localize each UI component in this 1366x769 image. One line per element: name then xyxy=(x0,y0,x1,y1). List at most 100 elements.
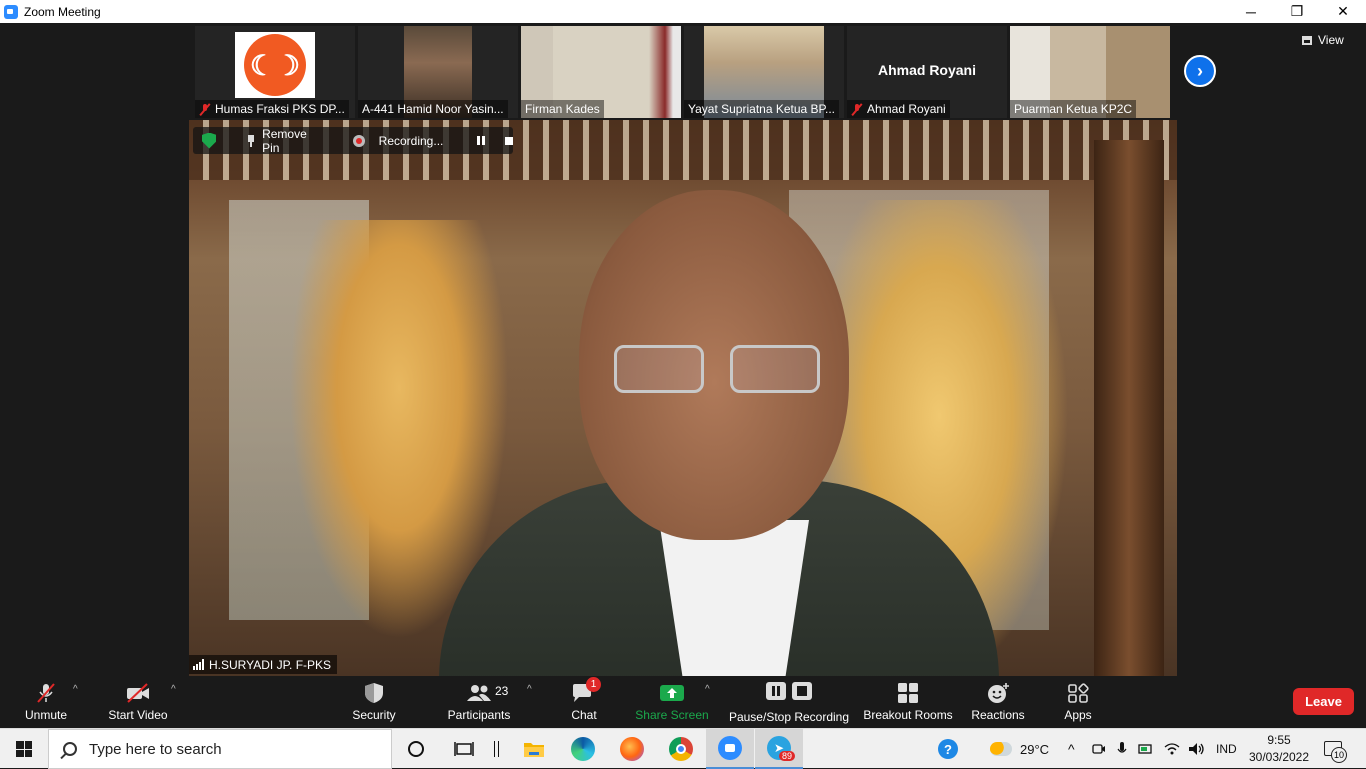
firefox-icon xyxy=(620,737,644,761)
edge-icon xyxy=(571,737,595,761)
weather-widget[interactable]: 29°C xyxy=(990,729,1049,769)
maximize-button[interactable]: ❐ xyxy=(1274,0,1320,23)
shield-icon xyxy=(365,683,383,703)
recording-status: Recording... xyxy=(378,133,444,148)
reactions-button[interactable]: Reactions xyxy=(968,676,1028,728)
unmute-button[interactable]: Unmute xyxy=(16,676,76,728)
notification-count-badge: 10 xyxy=(1331,747,1347,763)
participant-name: Puarman Ketua KP2C xyxy=(1014,102,1133,116)
task-view-icon xyxy=(454,742,474,756)
participants-button[interactable]: 23 Participants xyxy=(444,676,514,728)
search-icon xyxy=(63,742,77,756)
participant-tile[interactable]: Yayat Supriatna Ketua BP... xyxy=(684,26,844,118)
security-button[interactable]: Security xyxy=(344,676,404,728)
participant-name: A-441 Hamid Noor Yasin... xyxy=(362,102,504,116)
cortana-button[interactable] xyxy=(392,729,440,769)
chat-button[interactable]: 1 Chat xyxy=(564,676,604,728)
taskbar-clock[interactable]: 9:55 30/03/2022 xyxy=(1246,732,1312,766)
telegram-taskbar-button[interactable]: ➤ 89 xyxy=(755,729,803,769)
file-explorer-button[interactable] xyxy=(510,729,558,769)
show-hidden-icons-button[interactable]: ^ xyxy=(1068,729,1075,769)
smiley-plus-icon xyxy=(988,683,1009,703)
breakout-rooms-button[interactable]: Breakout Rooms xyxy=(862,676,954,728)
task-view-button[interactable] xyxy=(440,729,488,769)
meeting-toolbar: Unmute ^ Start Video ^ Security 23 Parti… xyxy=(0,676,1366,728)
zoom-taskbar-button[interactable] xyxy=(706,729,754,769)
help-icon: ? xyxy=(938,739,958,759)
participant-tile[interactable]: ☾☽ Humas Fraksi PKS DP... xyxy=(195,26,355,118)
stop-recording-icon[interactable] xyxy=(505,136,513,145)
taskbar-search-box[interactable]: Type here to search xyxy=(48,729,392,769)
apps-button[interactable]: Apps xyxy=(1058,676,1098,728)
participant-tile[interactable]: Firman Kades xyxy=(521,26,681,118)
minimize-button[interactable]: ─ xyxy=(1228,0,1274,23)
meeting-stage: ☾☽ Humas Fraksi PKS DP... A-441 Hamid No… xyxy=(0,23,1366,676)
clock-time: 9:55 xyxy=(1267,733,1291,747)
recording-icon xyxy=(353,134,365,147)
start-video-button[interactable]: Start Video xyxy=(104,676,172,728)
close-button[interactable]: ✕ xyxy=(1320,0,1366,23)
view-grid-icon xyxy=(1302,35,1312,45)
chat-unread-badge: 1 xyxy=(586,677,601,692)
search-placeholder: Type here to search xyxy=(89,740,222,758)
pinned-video xyxy=(189,120,1177,676)
pks-logo: ☾☽ xyxy=(235,32,315,98)
breakout-rooms-icon xyxy=(898,683,918,703)
video-off-icon xyxy=(127,683,149,703)
participant-tile[interactable]: Puarman Ketua KP2C xyxy=(1010,26,1170,118)
chrome-button[interactable] xyxy=(657,729,705,769)
clock-date: 30/03/2022 xyxy=(1248,750,1310,764)
firefox-button[interactable] xyxy=(608,729,656,769)
pause-stop-recording-button[interactable]: Pause/Stop Recording xyxy=(728,676,850,728)
participant-tile[interactable]: Ahmad Royani Ahmad Royani xyxy=(847,26,1007,118)
participant-display-name: Ahmad Royani xyxy=(877,62,976,78)
remove-pin-button[interactable]: Remove Pin xyxy=(262,127,325,155)
audio-options-caret[interactable]: ^ xyxy=(73,684,78,695)
share-options-caret[interactable]: ^ xyxy=(705,684,710,695)
taskbar-divider xyxy=(484,729,508,769)
folder-icon xyxy=(524,743,544,757)
next-page-button[interactable]: › xyxy=(1184,55,1216,87)
input-language[interactable]: IND xyxy=(1216,742,1237,756)
share-screen-icon xyxy=(660,685,684,701)
pause-stop-recording-icon xyxy=(766,682,812,700)
chrome-icon xyxy=(669,737,693,761)
start-button[interactable] xyxy=(0,729,48,769)
mic-muted-icon xyxy=(851,103,863,115)
video-options-caret[interactable]: ^ xyxy=(171,684,176,695)
participant-name: Firman Kades xyxy=(525,102,600,116)
pin-recording-bar: Remove Pin Recording... xyxy=(193,127,513,155)
chevron-up-icon: ^ xyxy=(1068,741,1075,757)
participant-name: Ahmad Royani xyxy=(867,102,946,116)
microphone-icon[interactable] xyxy=(1116,741,1128,757)
meet-now-icon[interactable] xyxy=(1092,742,1106,756)
zoom-icon xyxy=(718,736,742,760)
weather-cloud-sun-icon xyxy=(990,742,1012,756)
participants-options-caret[interactable]: ^ xyxy=(527,684,532,695)
help-button[interactable]: ? xyxy=(938,729,958,769)
edge-button[interactable] xyxy=(559,729,607,769)
view-button[interactable]: View xyxy=(1302,33,1344,47)
title-bar: Zoom Meeting ─ ❐ ✕ xyxy=(0,0,1366,23)
encryption-shield-icon[interactable] xyxy=(202,132,217,149)
share-screen-button[interactable]: Share Screen xyxy=(634,676,710,728)
wifi-icon[interactable] xyxy=(1164,742,1180,756)
pause-recording-icon[interactable] xyxy=(477,136,486,145)
apps-icon xyxy=(1068,683,1089,703)
microphone-muted-icon xyxy=(37,683,55,703)
participant-name: Humas Fraksi PKS DP... xyxy=(215,102,345,116)
participants-icon xyxy=(467,685,491,701)
volume-icon[interactable] xyxy=(1188,742,1206,756)
pks-crescent-icon: ☾☽ xyxy=(244,34,306,96)
participant-tile[interactable]: A-441 Hamid Noor Yasin... xyxy=(358,26,518,118)
battery-icon[interactable] xyxy=(1138,742,1154,756)
participant-name: Yayat Supriatna Ketua BP... xyxy=(688,102,835,116)
pin-icon xyxy=(246,134,256,147)
tray-icons: IND xyxy=(1092,729,1237,769)
participants-count: 23 xyxy=(495,684,509,698)
windows-taskbar: Type here to search ➤ 89 ? 29°C ^ IND 9:… xyxy=(0,728,1366,769)
windows-logo-icon xyxy=(16,741,32,757)
leave-button[interactable]: Leave xyxy=(1293,688,1354,715)
signal-strength-icon xyxy=(193,659,204,670)
speaker-video xyxy=(439,180,999,676)
